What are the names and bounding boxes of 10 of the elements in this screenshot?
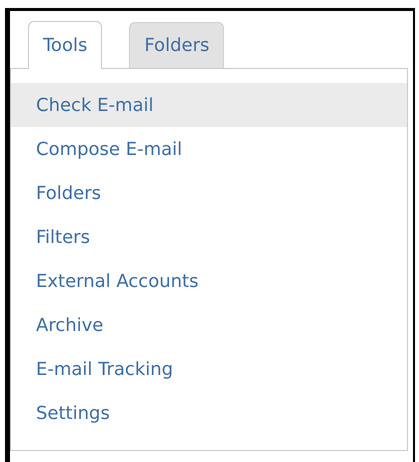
menu-item[interactable]: Filters bbox=[11, 215, 407, 259]
menu-item[interactable]: E-mail Tracking bbox=[11, 347, 407, 391]
menu-item[interactable]: Settings bbox=[11, 391, 407, 435]
menu-item[interactable]: Folders bbox=[11, 171, 407, 215]
menu-item[interactable]: Compose E-mail bbox=[11, 127, 407, 171]
menu-item[interactable]: Check E-mail bbox=[11, 83, 407, 127]
tab[interactable]: Tools bbox=[28, 21, 102, 69]
menu-item[interactable]: External Accounts bbox=[11, 259, 407, 303]
menu-item[interactable]: Archive bbox=[11, 303, 407, 347]
tab[interactable]: Folders bbox=[129, 22, 224, 68]
